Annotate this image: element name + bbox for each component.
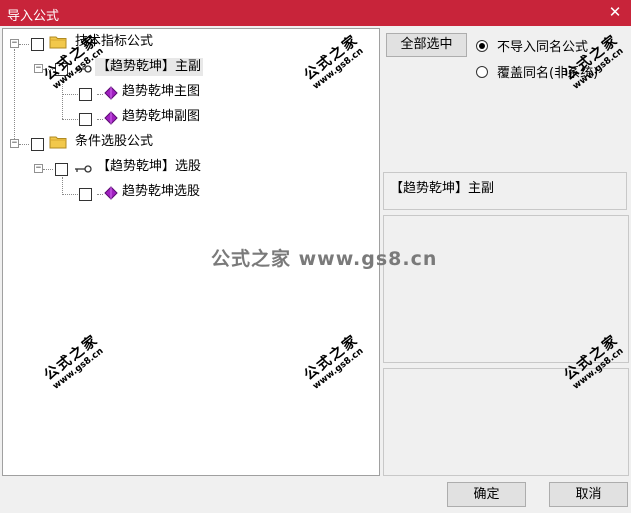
expand-toggle-tech-folder[interactable]: − bbox=[10, 39, 19, 48]
tree-label-tech-folder[interactable]: 技术指标公式 bbox=[73, 33, 155, 51]
expand-toggle-cond-group[interactable]: − bbox=[34, 164, 43, 173]
tree-connector bbox=[19, 144, 29, 145]
radio-overwrite-same[interactable] bbox=[476, 65, 488, 78]
checkbox-cond-group[interactable] bbox=[55, 163, 68, 176]
option-label-no-import-same: 不导入同名公式 bbox=[497, 40, 589, 55]
formula-description-box bbox=[383, 215, 629, 363]
tree-label-cond-folder[interactable]: 条件选股公式 bbox=[73, 133, 155, 151]
tree-label-tech-group[interactable]: 【趋势乾坤】主副 bbox=[95, 58, 204, 76]
checkbox-tech-folder[interactable] bbox=[31, 38, 44, 51]
tree-connector bbox=[62, 194, 78, 195]
tree-connector bbox=[62, 77, 63, 119]
key-icon bbox=[75, 65, 92, 73]
title-bar: 导入公式 ✕ bbox=[0, 0, 631, 26]
tree-connector bbox=[62, 94, 78, 95]
tree-connector bbox=[62, 119, 78, 120]
tree-connector bbox=[43, 169, 53, 170]
option-no-import-same[interactable]: 不导入同名公式 bbox=[476, 36, 588, 55]
folder-icon bbox=[49, 36, 67, 49]
formula-detail-box bbox=[383, 368, 629, 476]
radio-no-import-same[interactable] bbox=[476, 39, 488, 52]
tree-label-cond-item[interactable]: 趋势乾坤选股 bbox=[120, 183, 202, 201]
checkbox-cond-item[interactable] bbox=[79, 188, 92, 201]
option-label-overwrite-same: 覆盖同名(非系统) bbox=[497, 66, 599, 81]
window-title: 导入公式 bbox=[7, 9, 60, 24]
tree-connector bbox=[62, 177, 63, 195]
tree-label-cond-group[interactable]: 【趋势乾坤】选股 bbox=[95, 158, 203, 176]
tree-connector bbox=[19, 44, 29, 45]
formula-icon bbox=[104, 111, 118, 125]
formula-icon bbox=[104, 86, 118, 100]
close-icon[interactable]: ✕ bbox=[607, 3, 623, 21]
checkbox-tech-sub[interactable] bbox=[79, 113, 92, 126]
folder-icon bbox=[49, 136, 67, 149]
tree-label-tech-sub[interactable]: 趋势乾坤副图 bbox=[120, 108, 202, 126]
select-all-button[interactable]: 全部选中 bbox=[386, 33, 467, 57]
cancel-button[interactable]: 取消 bbox=[549, 482, 628, 507]
expand-toggle-tech-group[interactable]: − bbox=[34, 64, 43, 73]
checkbox-tech-group[interactable] bbox=[55, 63, 68, 76]
formula-tree[interactable]: − 技术指标公式 − 【趋势乾坤】主副 趋势乾坤主图 趋势乾坤副图 − 条件选股… bbox=[2, 28, 380, 476]
key-icon bbox=[75, 165, 92, 173]
selected-name-box: 【趋势乾坤】主副 bbox=[383, 172, 627, 210]
selected-name-text: 【趋势乾坤】主副 bbox=[390, 181, 495, 196]
tree-connector bbox=[43, 69, 53, 70]
option-overwrite-same[interactable]: 覆盖同名(非系统) bbox=[476, 62, 598, 81]
checkbox-tech-main[interactable] bbox=[79, 88, 92, 101]
checkbox-cond-folder[interactable] bbox=[31, 138, 44, 151]
tree-connector bbox=[14, 49, 15, 145]
formula-icon bbox=[104, 186, 118, 200]
tree-label-tech-main[interactable]: 趋势乾坤主图 bbox=[120, 83, 202, 101]
ok-button[interactable]: 确定 bbox=[447, 482, 526, 507]
expand-toggle-cond-folder[interactable]: − bbox=[10, 139, 19, 148]
